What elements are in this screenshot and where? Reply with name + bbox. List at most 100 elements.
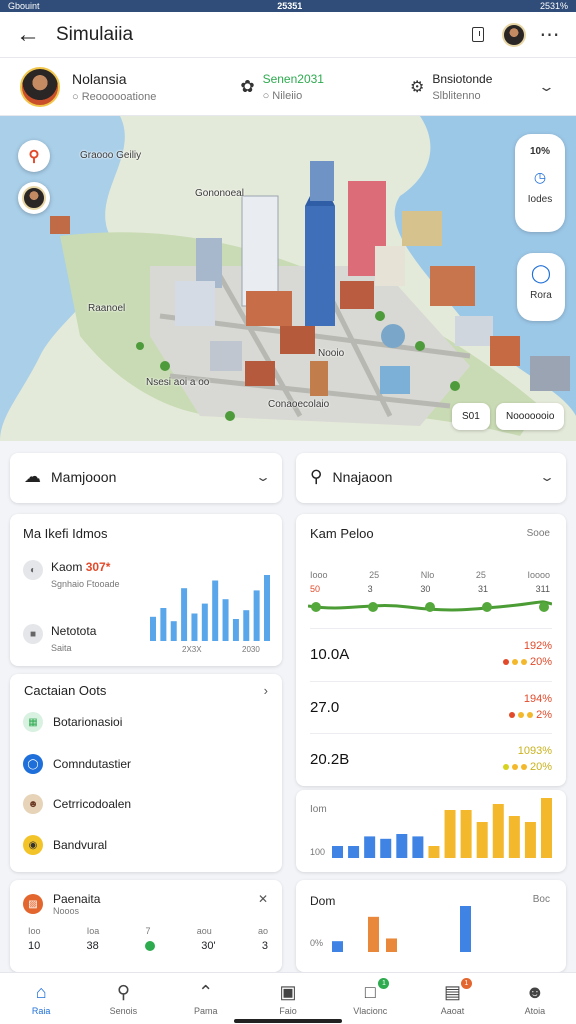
kpi-row-pct: 192%	[523, 639, 552, 652]
page-title: Simulaiia	[56, 23, 134, 45]
document-button[interactable]	[460, 12, 496, 58]
profile-button[interactable]	[496, 12, 532, 58]
status-dot	[145, 941, 155, 951]
lock-icon: ■	[23, 624, 43, 644]
kpi-row-dots: 20%	[502, 652, 552, 670]
more-button[interactable]: ⋯	[532, 12, 568, 58]
kpi-row[interactable]: 10.0A 192% 20%	[310, 628, 552, 680]
kpi-row-value: 10.0A	[310, 646, 350, 663]
kpi-title: Kam Peloo	[310, 526, 374, 541]
right-dropdown[interactable]: ⚲ Nnajaoon ⌄	[296, 453, 566, 503]
map-label: Nsesi aoi a oo	[146, 377, 210, 388]
chart-bar	[508, 816, 520, 858]
user-avatar[interactable]	[20, 66, 60, 107]
bar-chart-y-top: Iom	[310, 804, 327, 815]
summary-axis-label: 0%	[310, 938, 324, 948]
nav-item-profile[interactable]: ☻ Atoia	[494, 973, 576, 1024]
chart-bar	[368, 916, 379, 952]
stats-panel[interactable]: 10% ◷ Iodes	[515, 134, 565, 232]
avatar	[502, 22, 526, 47]
city-map[interactable]: Graooo Geiliy Gononoeal Raanoel Nooio Ns…	[0, 116, 576, 441]
market-row-1-sub: Sgnhaio Ftooade	[51, 579, 120, 589]
chart-bar	[160, 608, 167, 641]
nav-item-search[interactable]: ⚲ Senois	[82, 973, 164, 1024]
market-axis-label: 2030	[242, 645, 260, 654]
cloud-icon: ☁	[24, 467, 41, 486]
activity-col-label: Ioa	[86, 926, 100, 936]
avatar-map-button[interactable]	[18, 182, 50, 214]
stats-value: 10%	[529, 146, 550, 157]
summary-bar-chart	[332, 906, 471, 952]
chart-bar	[170, 621, 177, 641]
chart-point	[311, 602, 321, 612]
chart-bar	[201, 603, 208, 641]
map-pin-icon: ⚲	[310, 467, 323, 486]
chart-bar	[380, 838, 392, 858]
back-button[interactable]: ←	[0, 12, 56, 58]
market-axis-label: 2X3X	[182, 645, 202, 654]
kpi-row-dots: 2%	[509, 705, 552, 723]
left-dropdown[interactable]: ☁ Mamjooon ⌄	[10, 453, 282, 503]
nav-item-photos[interactable]: ▣ Faio	[247, 973, 329, 1024]
avatar	[22, 186, 46, 210]
nav-item-places[interactable]: ⌃ Pama	[165, 973, 247, 1024]
list-item[interactable]: ▦ Botarionasioi	[23, 712, 122, 732]
house-icon: ⌃	[198, 981, 214, 1002]
map-label: Nooio	[318, 348, 345, 359]
location-summary[interactable]: ✿ Senen2031 ○ Nileiio	[240, 72, 324, 102]
activity-title: Paenaita	[53, 892, 101, 906]
map-label: Graooo Geiliy	[80, 150, 142, 161]
map-chip-right[interactable]: Nooooooio	[496, 403, 565, 430]
map-illustration	[0, 116, 576, 441]
nav-item-messages[interactable]: □ Vlacionc 1	[329, 973, 411, 1024]
summary-card: Dom Boc 0%	[296, 880, 566, 972]
settings-summary[interactable]: ⚙ Bnsiotonde Slblitenno	[410, 72, 492, 102]
document-icon	[472, 27, 484, 42]
app-header: ← Simulaiia ⋯	[0, 12, 576, 58]
kpi-corner: Sooe	[526, 528, 550, 539]
clock-icon: ◷	[533, 169, 547, 185]
kpi-row-pct2: 2%	[536, 708, 552, 721]
map-label: Raanoel	[88, 303, 126, 314]
activity-icon: ▨	[23, 894, 43, 914]
user-subtitle: ○ Reoooooatione	[72, 90, 157, 103]
kpi-tick-label: 25	[475, 570, 486, 580]
activity-col-label: aou	[196, 926, 212, 936]
user-name: Nolansia	[72, 70, 127, 87]
chevron-right-icon[interactable]: ›	[264, 683, 268, 698]
globe-icon: ◯	[530, 263, 552, 283]
kpi-row-pct2: 20%	[529, 760, 552, 773]
list-item[interactable]: ☻ Cetrricodoalen	[23, 794, 131, 814]
person-icon: ☻	[23, 794, 43, 814]
kpi-row-pct: 194%	[523, 692, 552, 705]
kpi-row[interactable]: 27.0 194% 2%	[310, 681, 552, 733]
circle-icon: ◯	[23, 754, 43, 774]
chevron-down-icon[interactable]: ⌄	[538, 79, 555, 95]
search-location-button[interactable]: ⚲	[18, 140, 50, 172]
activity-value: 30'	[201, 940, 216, 952]
location-title: Senen2031	[262, 71, 324, 86]
nav-item-home[interactable]: ⌂ Raia	[0, 973, 82, 1024]
location-subtitle: ○ Nileiio	[262, 89, 303, 102]
close-icon[interactable]: ✕	[258, 892, 268, 906]
nav-label: Senois	[109, 1005, 138, 1016]
map-chip-left[interactable]: S01	[452, 403, 490, 430]
activity-col-label: 7	[145, 926, 151, 936]
kpi-row-value: 20.2B	[310, 751, 350, 768]
activity-col-label: Ioo	[28, 926, 41, 936]
chart-bar	[460, 810, 472, 858]
kpi-row-dots: 20%	[502, 757, 552, 775]
kpi-line-chart	[308, 600, 552, 612]
kpi-tick-label: Ioooo	[527, 570, 550, 580]
layers-panel[interactable]: ◯ Rora	[517, 253, 565, 321]
user-icon: ☻	[525, 981, 545, 1002]
kpi-tick-value: 30	[420, 584, 431, 594]
chart-bar	[264, 575, 270, 641]
chart-bar	[428, 846, 440, 858]
kpi-row[interactable]: 20.2B 1093% 20%	[310, 733, 552, 785]
status-bar: Gbouint 25351 2531%	[0, 0, 576, 12]
chart-bar	[348, 846, 360, 858]
list-item[interactable]: ◯ Comndutastier	[23, 754, 131, 774]
list-item[interactable]: ◉ Bandvural	[23, 835, 107, 855]
nav-item-calendar[interactable]: ▤ Aaoat 1	[411, 973, 493, 1024]
